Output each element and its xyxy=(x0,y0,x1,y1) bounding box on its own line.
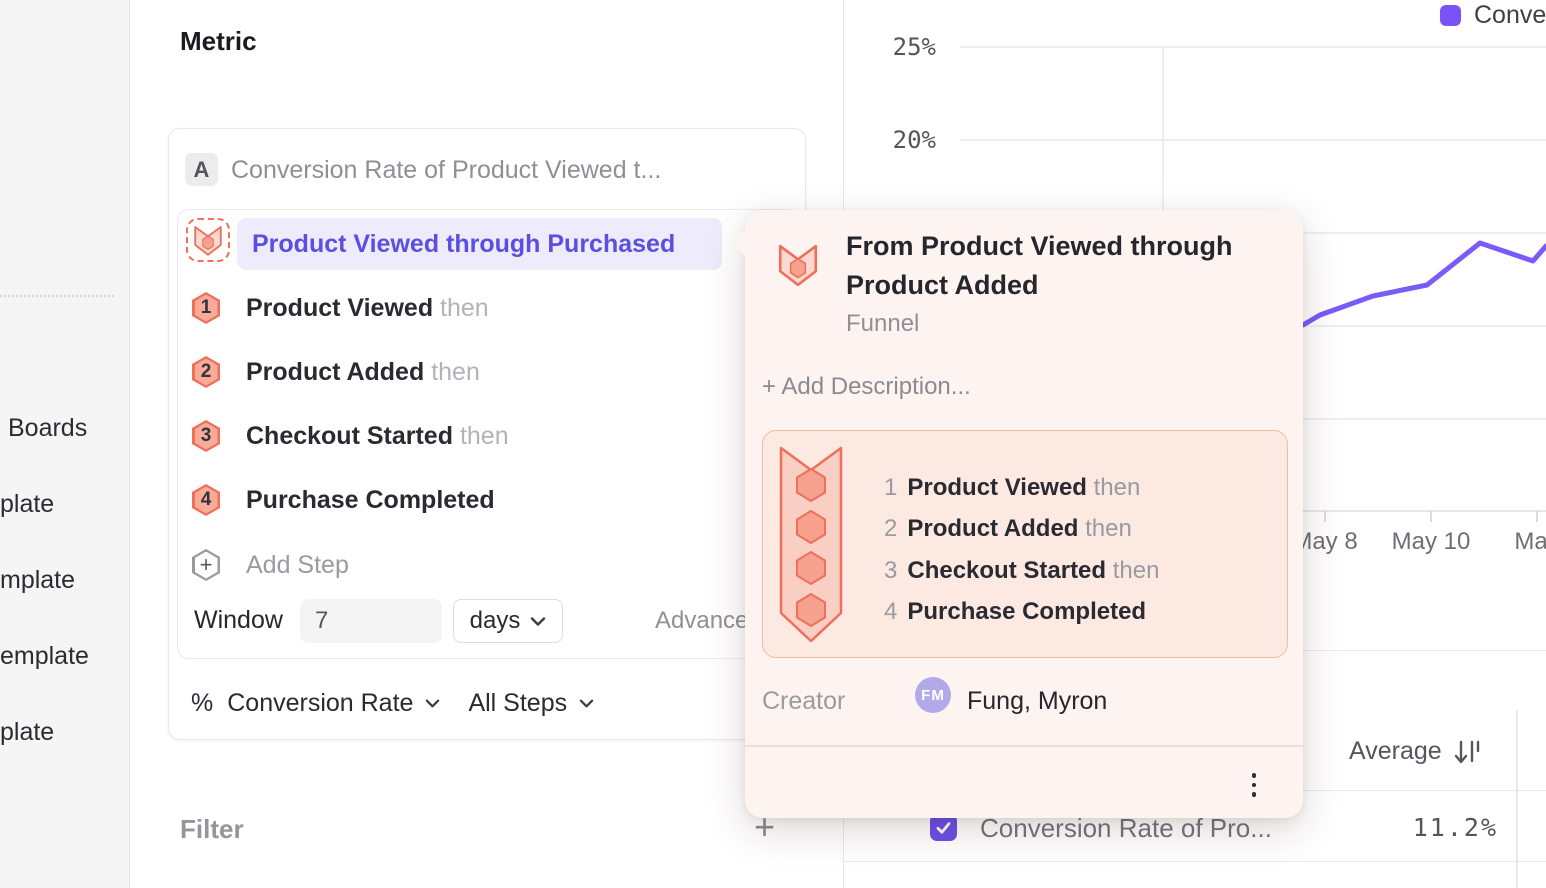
sidebar-item-template-3[interactable]: emplate xyxy=(0,639,89,673)
step-3-connector: then xyxy=(460,422,509,450)
step-1-name: Product Viewed xyxy=(246,294,433,322)
plus-hexagon-icon: + xyxy=(192,549,220,581)
funnel-events-box: Product Viewed through Purchased 1 Produ… xyxy=(177,209,799,659)
add-step-button[interactable]: + Add Step xyxy=(178,545,778,585)
measure-row: % Conversion Rate All Steps xyxy=(191,686,622,720)
window-row: Window days Advanced xyxy=(178,599,800,643)
sort-descending-icon xyxy=(1452,739,1482,765)
more-options-button[interactable] xyxy=(1241,768,1267,802)
step-2-name: Product Added xyxy=(246,358,424,386)
step-4-badge: 4 xyxy=(192,484,220,516)
steps-scope-dropdown[interactable]: All Steps xyxy=(468,689,594,718)
creator-name: Fung, Myron xyxy=(967,687,1107,716)
add-step-label: Add Step xyxy=(246,551,349,580)
average-header-label: Average xyxy=(1349,737,1442,766)
metric-heading: Metric xyxy=(180,26,257,57)
popover-footer-divider xyxy=(745,745,1303,747)
chevron-down-icon xyxy=(530,617,546,626)
window-value-input[interactable] xyxy=(300,599,442,643)
x-axis-tick-label: May xyxy=(1514,528,1546,556)
steps-scope-label: All Steps xyxy=(468,689,567,718)
sidebar-item-boards[interactable]: Boards xyxy=(8,411,87,445)
step-1-connector: then xyxy=(440,294,489,322)
step-1-badge: 1 xyxy=(192,292,220,324)
percent-icon: % xyxy=(191,689,213,718)
funnel-step-1[interactable]: 1 Product Viewed then xyxy=(178,288,778,328)
funnel-ribbon-icon xyxy=(777,443,845,646)
funnel-step-2[interactable]: 2 Product Added then xyxy=(178,352,778,392)
metric-card: A Conversion Rate of Product Viewed t...… xyxy=(168,128,806,740)
window-unit-select[interactable]: days xyxy=(453,599,563,643)
chevron-down-icon xyxy=(425,699,440,708)
metric-letter-badge: A xyxy=(185,153,218,186)
funnel-step-4[interactable]: 4 Purchase Completed xyxy=(178,480,778,520)
popover-step-4: 4Purchase Completed xyxy=(884,592,1159,634)
legend-label: Conver xyxy=(1474,1,1546,30)
funnel-type-icon[interactable] xyxy=(186,218,230,262)
funnel-details-popover: From Product Viewed through Product Adde… xyxy=(745,210,1303,818)
funnel-analysis-screen: Boards plate mplate emplate plate Metric… xyxy=(0,0,1546,888)
step-3-badge: 3 xyxy=(192,420,220,452)
sidebar-item-template-1[interactable]: plate xyxy=(0,487,54,521)
popover-step-2: 2Product Added then xyxy=(884,509,1159,551)
step-2-badge: 2 xyxy=(192,356,220,388)
sidebar-item-template-2[interactable]: mplate xyxy=(0,563,75,597)
average-column-header[interactable]: Average xyxy=(1349,737,1482,766)
selected-funnel-event[interactable]: Product Viewed through Purchased xyxy=(237,218,722,270)
step-2-connector: then xyxy=(431,358,480,386)
popover-step-list: 1Product Viewed then 2Product Added then… xyxy=(884,467,1159,633)
window-label: Window xyxy=(194,606,283,635)
creator-avatar: FM xyxy=(915,677,951,713)
measure-dropdown[interactable]: Conversion Rate xyxy=(227,689,440,718)
filter-heading: Filter xyxy=(180,814,244,845)
legend-swatch xyxy=(1440,5,1461,26)
sidebar-divider xyxy=(0,295,114,297)
y-axis-tick-label: 25% xyxy=(866,33,936,61)
sidebar-item-template-4[interactable]: plate xyxy=(0,715,54,749)
popover-subtitle: Funnel xyxy=(846,310,919,338)
funnel-icon xyxy=(193,224,223,257)
popover-title: From Product Viewed through Product Adde… xyxy=(846,227,1276,305)
step-3-name: Checkout Started xyxy=(246,422,453,450)
table-row-border xyxy=(844,861,1546,862)
chevron-down-icon xyxy=(579,699,594,708)
funnel-icon xyxy=(777,242,819,288)
table-row-average-value: 11.2% xyxy=(1298,813,1498,842)
y-axis-tick-label: 20% xyxy=(866,126,936,154)
series-checkbox[interactable] xyxy=(930,814,957,841)
popover-step-1: 1Product Viewed then xyxy=(884,467,1159,509)
step-4-name: Purchase Completed xyxy=(246,486,495,514)
sidebar: Boards plate mplate emplate plate xyxy=(0,0,130,888)
window-unit-label: days xyxy=(470,607,521,635)
add-description-link[interactable]: + Add Description... xyxy=(762,373,971,401)
popover-step-3: 3Checkout Started then xyxy=(884,550,1159,592)
creator-label: Creator xyxy=(762,687,845,716)
check-icon xyxy=(934,818,953,837)
legend-item[interactable]: Conver xyxy=(1440,1,1546,30)
measure-dropdown-label: Conversion Rate xyxy=(227,689,413,718)
x-axis-tick-label: May 10 xyxy=(1392,528,1471,556)
metric-name-field[interactable]: Conversion Rate of Product Viewed t... xyxy=(231,156,661,185)
funnel-step-3[interactable]: 3 Checkout Started then xyxy=(178,416,778,456)
funnel-steps-box: 1Product Viewed then 2Product Added then… xyxy=(762,430,1288,658)
